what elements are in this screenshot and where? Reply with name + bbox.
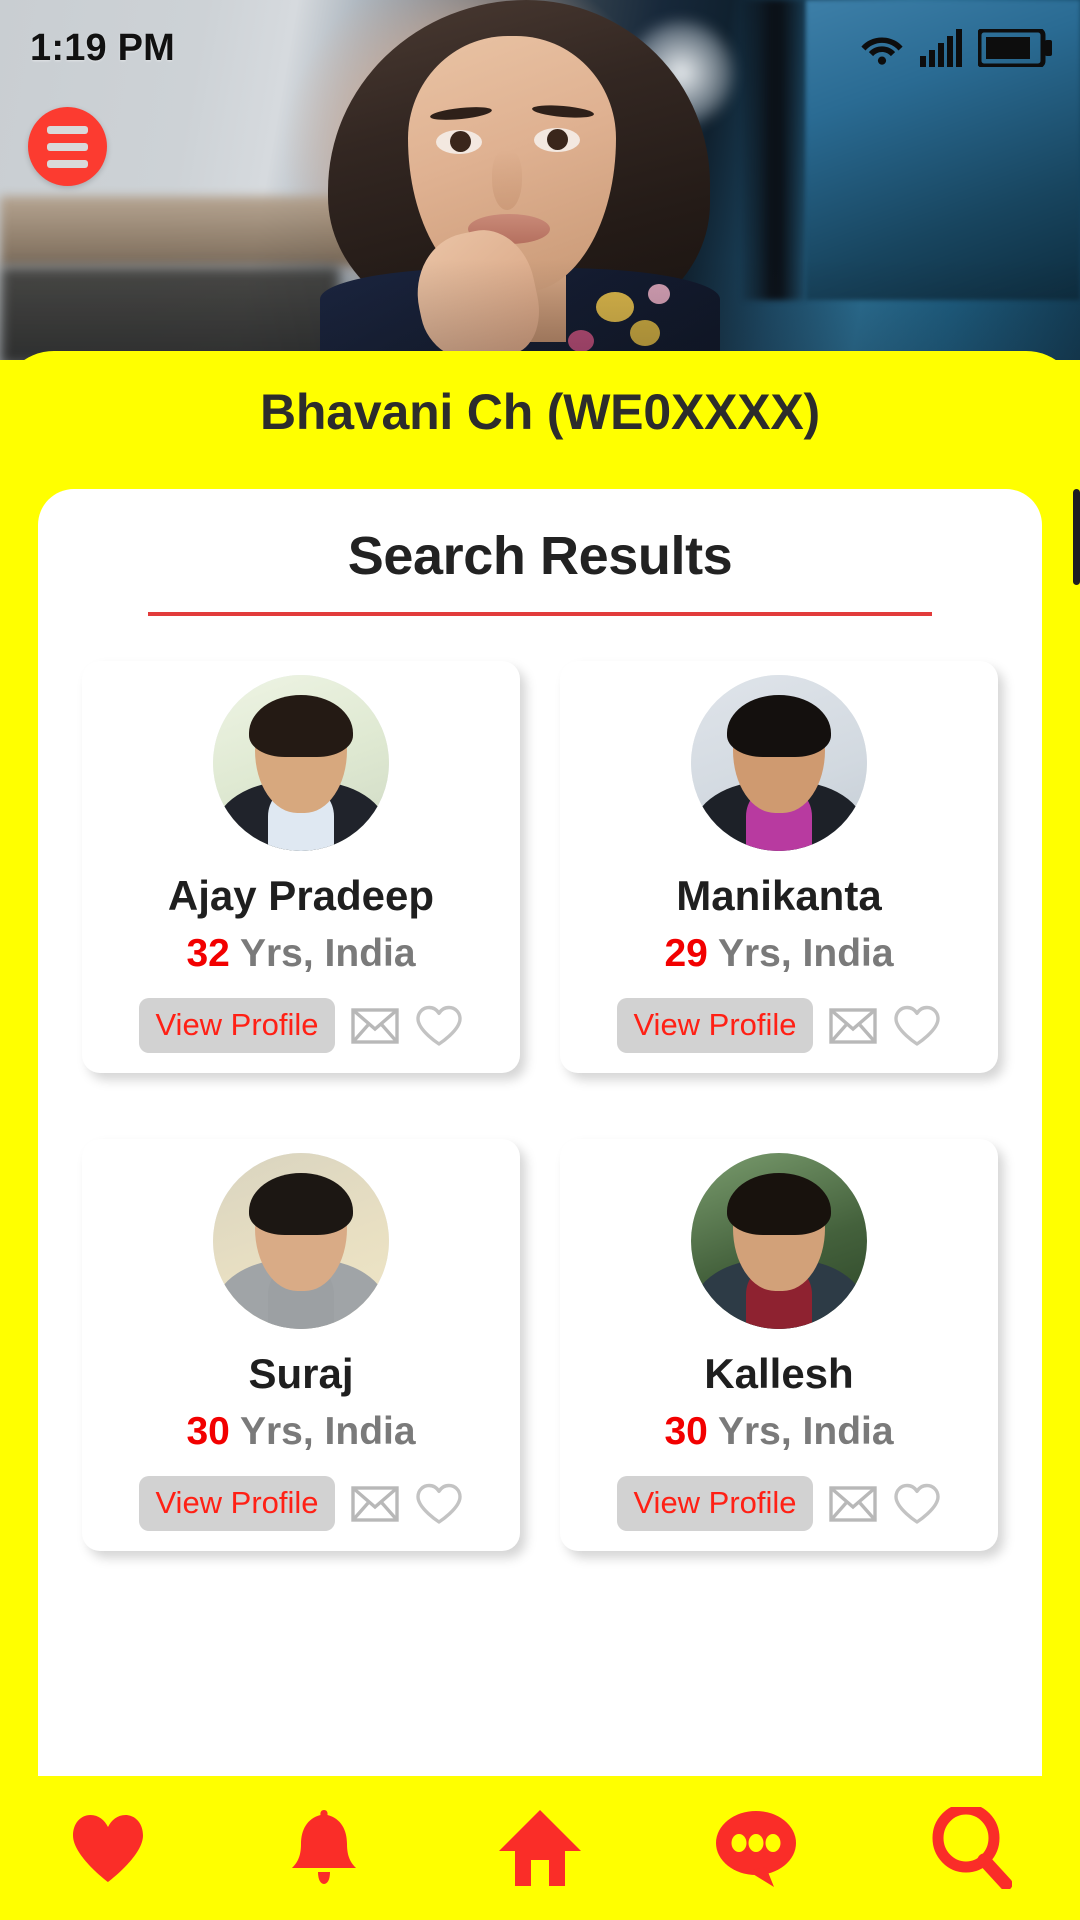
heart-icon [69,1812,147,1884]
profile-name: Manikanta [676,872,882,919]
view-profile-button[interactable]: View Profile [617,998,813,1054]
profile-card[interactable]: Suraj 30 Yrs, India View Profile [82,1139,520,1552]
profile-age-location: 32 Yrs, India [82,932,520,976]
heart-outline-icon[interactable] [415,1482,463,1526]
profile-age-location: 30 Yrs, India [560,1410,998,1454]
avatar [213,1153,389,1330]
profile-age: 30 [186,1410,230,1454]
status-bar-icons [860,29,1052,67]
nav-search[interactable] [882,1776,1062,1920]
hamburger-line [47,142,88,151]
nav-messages[interactable] [666,1776,846,1920]
profile-card[interactable]: Kallesh 30 Yrs, India View Profile [560,1139,998,1552]
search-icon [932,1807,1012,1889]
cellular-signal-icon [920,29,962,67]
chat-icon [714,1809,798,1887]
battery-icon [978,29,1052,67]
heart-outline-icon[interactable] [893,1004,941,1048]
home-icon [497,1808,583,1888]
profile-age-suffix: Yrs, India [717,932,894,976]
heart-outline-icon[interactable] [893,1482,941,1526]
profile-age-suffix: Yrs, India [239,1410,416,1454]
hamburger-line [47,125,88,134]
avatar [691,1153,867,1330]
profile-age-suffix: Yrs, India [717,1410,894,1454]
avatar [691,675,867,851]
view-profile-button[interactable]: View Profile [617,1476,813,1532]
scrollbar-thumb[interactable] [1073,489,1080,585]
avatar [213,675,389,851]
profile-name: Suraj [248,1350,354,1398]
title-divider [148,612,932,616]
profile-name: Ajay Pradeep [167,872,435,919]
profile-age-suffix: Yrs, India [239,932,416,976]
profile-age-location: 30 Yrs, India [82,1410,520,1454]
envelope-icon[interactable] [828,1007,877,1044]
profile-card[interactable]: Ajay Pradeep 32 Yrs, India View Profile [82,661,520,1074]
app-root: 1:19 PM Bhavani Ch (WE0XXXX) Search Resu… [0,0,1080,1920]
profile-card[interactable]: Manikanta 29 Yrs, India View Profile [560,661,998,1074]
bottom-navigation-bar [0,1776,1080,1920]
profile-actions: View Profile [82,998,520,1054]
profile-actions: View Profile [560,1476,998,1532]
envelope-icon[interactable] [350,1007,399,1044]
nav-favourites[interactable] [18,1776,198,1920]
page-scrollbar[interactable] [1073,489,1080,1776]
profile-age-location: 29 Yrs, India [560,932,998,976]
nav-notifications[interactable] [234,1776,414,1920]
view-profile-button[interactable]: View Profile [139,998,335,1054]
bell-icon [288,1808,360,1888]
wifi-icon [860,31,904,65]
profile-results-grid: Ajay Pradeep 32 Yrs, India View Profile [82,661,998,1552]
envelope-icon[interactable] [350,1485,399,1522]
hamburger-line [47,159,88,168]
page-title: Search Results [347,526,733,586]
profile-name: Kallesh [704,1350,854,1398]
profile-banner-title: Bhavani Ch (WE0XXXX) [260,384,820,440]
envelope-icon[interactable] [828,1485,877,1522]
nav-home[interactable] [450,1776,630,1920]
status-bar: 1:19 PM [0,0,1080,96]
status-bar-time: 1:19 PM [30,26,176,69]
hamburger-menu-icon[interactable] [28,107,107,186]
view-profile-button[interactable]: View Profile [139,1476,335,1532]
heart-outline-icon[interactable] [415,1004,463,1048]
profile-age: 32 [186,932,230,976]
profile-age: 29 [664,932,708,976]
profile-age: 30 [664,1410,708,1454]
profile-actions: View Profile [82,1476,520,1532]
search-results-panel: Search Results Ajay Pradeep 32 Yrs, Indi… [38,489,1042,1776]
profile-actions: View Profile [560,998,998,1054]
